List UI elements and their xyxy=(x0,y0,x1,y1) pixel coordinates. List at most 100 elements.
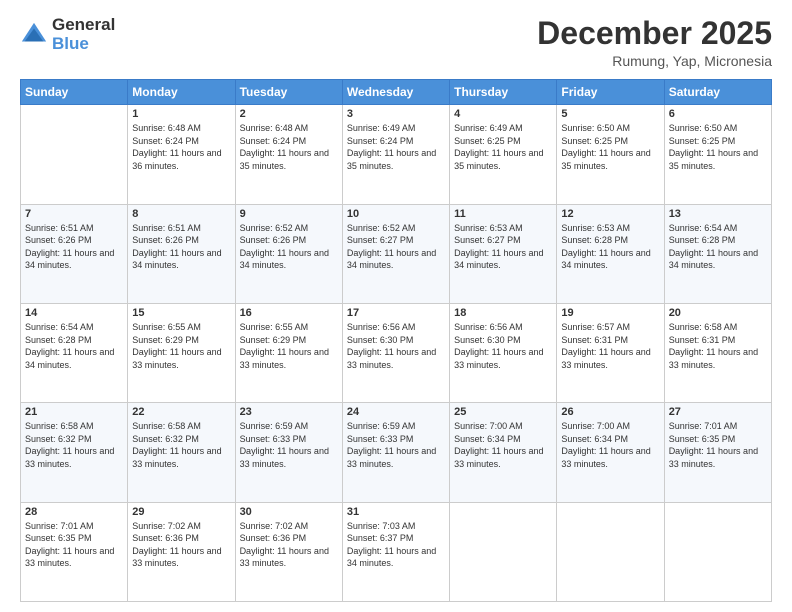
day-info: Sunrise: 6:51 AMSunset: 6:26 PMDaylight:… xyxy=(25,222,123,272)
day-info: Sunrise: 7:02 AMSunset: 6:36 PMDaylight:… xyxy=(240,520,338,570)
calendar-cell: 27 Sunrise: 7:01 AMSunset: 6:35 PMDaylig… xyxy=(664,403,771,502)
calendar-week-row-2: 7 Sunrise: 6:51 AMSunset: 6:26 PMDayligh… xyxy=(21,204,772,303)
day-number: 5 xyxy=(561,108,659,120)
month-title: December 2025 xyxy=(537,16,772,51)
day-info: Sunrise: 6:51 AMSunset: 6:26 PMDaylight:… xyxy=(132,222,230,272)
day-number: 29 xyxy=(132,506,230,518)
day-info: Sunrise: 6:58 AMSunset: 6:31 PMDaylight:… xyxy=(669,321,767,371)
day-number: 19 xyxy=(561,307,659,319)
day-info: Sunrise: 7:00 AMSunset: 6:34 PMDaylight:… xyxy=(561,420,659,470)
calendar-cell: 24 Sunrise: 6:59 AMSunset: 6:33 PMDaylig… xyxy=(342,403,449,502)
calendar-cell xyxy=(664,502,771,601)
day-number: 18 xyxy=(454,307,552,319)
calendar-cell: 13 Sunrise: 6:54 AMSunset: 6:28 PMDaylig… xyxy=(664,204,771,303)
calendar-week-row-3: 14 Sunrise: 6:54 AMSunset: 6:28 PMDaylig… xyxy=(21,303,772,402)
day-info: Sunrise: 6:52 AMSunset: 6:27 PMDaylight:… xyxy=(347,222,445,272)
day-number: 9 xyxy=(240,208,338,220)
calendar-cell: 17 Sunrise: 6:56 AMSunset: 6:30 PMDaylig… xyxy=(342,303,449,402)
day-info: Sunrise: 6:50 AMSunset: 6:25 PMDaylight:… xyxy=(561,122,659,172)
calendar-cell: 8 Sunrise: 6:51 AMSunset: 6:26 PMDayligh… xyxy=(128,204,235,303)
day-info: Sunrise: 6:53 AMSunset: 6:28 PMDaylight:… xyxy=(561,222,659,272)
location-title: Rumung, Yap, Micronesia xyxy=(537,53,772,69)
day-number: 27 xyxy=(669,406,767,418)
day-number: 3 xyxy=(347,108,445,120)
calendar-cell: 28 Sunrise: 7:01 AMSunset: 6:35 PMDaylig… xyxy=(21,502,128,601)
calendar-cell: 7 Sunrise: 6:51 AMSunset: 6:26 PMDayligh… xyxy=(21,204,128,303)
logo-blue: Blue xyxy=(52,35,115,54)
day-info: Sunrise: 6:54 AMSunset: 6:28 PMDaylight:… xyxy=(669,222,767,272)
calendar-cell: 20 Sunrise: 6:58 AMSunset: 6:31 PMDaylig… xyxy=(664,303,771,402)
day-number: 12 xyxy=(561,208,659,220)
day-number: 21 xyxy=(25,406,123,418)
calendar-cell: 21 Sunrise: 6:58 AMSunset: 6:32 PMDaylig… xyxy=(21,403,128,502)
day-info: Sunrise: 6:53 AMSunset: 6:27 PMDaylight:… xyxy=(454,222,552,272)
calendar-cell: 29 Sunrise: 7:02 AMSunset: 6:36 PMDaylig… xyxy=(128,502,235,601)
day-info: Sunrise: 6:49 AMSunset: 6:25 PMDaylight:… xyxy=(454,122,552,172)
logo-icon xyxy=(20,21,48,49)
calendar-cell: 11 Sunrise: 6:53 AMSunset: 6:27 PMDaylig… xyxy=(450,204,557,303)
calendar-weekday-wednesday: Wednesday xyxy=(342,80,449,105)
day-info: Sunrise: 6:58 AMSunset: 6:32 PMDaylight:… xyxy=(25,420,123,470)
title-block: December 2025 Rumung, Yap, Micronesia xyxy=(537,16,772,69)
calendar-weekday-friday: Friday xyxy=(557,80,664,105)
day-info: Sunrise: 6:57 AMSunset: 6:31 PMDaylight:… xyxy=(561,321,659,371)
day-info: Sunrise: 6:48 AMSunset: 6:24 PMDaylight:… xyxy=(132,122,230,172)
day-number: 13 xyxy=(669,208,767,220)
day-number: 28 xyxy=(25,506,123,518)
day-number: 2 xyxy=(240,108,338,120)
calendar-cell: 2 Sunrise: 6:48 AMSunset: 6:24 PMDayligh… xyxy=(235,105,342,204)
day-info: Sunrise: 6:49 AMSunset: 6:24 PMDaylight:… xyxy=(347,122,445,172)
logo-general: General xyxy=(52,16,115,35)
logo-text: General Blue xyxy=(52,16,115,53)
calendar-table: SundayMondayTuesdayWednesdayThursdayFrid… xyxy=(20,79,772,602)
calendar-weekday-monday: Monday xyxy=(128,80,235,105)
calendar-weekday-tuesday: Tuesday xyxy=(235,80,342,105)
calendar-cell: 23 Sunrise: 6:59 AMSunset: 6:33 PMDaylig… xyxy=(235,403,342,502)
day-info: Sunrise: 6:48 AMSunset: 6:24 PMDaylight:… xyxy=(240,122,338,172)
day-number: 25 xyxy=(454,406,552,418)
day-info: Sunrise: 7:02 AMSunset: 6:36 PMDaylight:… xyxy=(132,520,230,570)
calendar-weekday-saturday: Saturday xyxy=(664,80,771,105)
day-info: Sunrise: 6:54 AMSunset: 6:28 PMDaylight:… xyxy=(25,321,123,371)
day-info: Sunrise: 6:58 AMSunset: 6:32 PMDaylight:… xyxy=(132,420,230,470)
day-number: 8 xyxy=(132,208,230,220)
day-number: 26 xyxy=(561,406,659,418)
day-info: Sunrise: 6:52 AMSunset: 6:26 PMDaylight:… xyxy=(240,222,338,272)
day-number: 23 xyxy=(240,406,338,418)
calendar-cell: 12 Sunrise: 6:53 AMSunset: 6:28 PMDaylig… xyxy=(557,204,664,303)
calendar-week-row-4: 21 Sunrise: 6:58 AMSunset: 6:32 PMDaylig… xyxy=(21,403,772,502)
calendar-week-row-1: 1 Sunrise: 6:48 AMSunset: 6:24 PMDayligh… xyxy=(21,105,772,204)
day-info: Sunrise: 6:59 AMSunset: 6:33 PMDaylight:… xyxy=(347,420,445,470)
day-number: 14 xyxy=(25,307,123,319)
day-info: Sunrise: 6:59 AMSunset: 6:33 PMDaylight:… xyxy=(240,420,338,470)
calendar-week-row-5: 28 Sunrise: 7:01 AMSunset: 6:35 PMDaylig… xyxy=(21,502,772,601)
day-number: 7 xyxy=(25,208,123,220)
calendar-cell: 25 Sunrise: 7:00 AMSunset: 6:34 PMDaylig… xyxy=(450,403,557,502)
calendar-cell: 15 Sunrise: 6:55 AMSunset: 6:29 PMDaylig… xyxy=(128,303,235,402)
day-number: 24 xyxy=(347,406,445,418)
day-info: Sunrise: 6:55 AMSunset: 6:29 PMDaylight:… xyxy=(240,321,338,371)
calendar-cell xyxy=(450,502,557,601)
calendar-cell: 19 Sunrise: 6:57 AMSunset: 6:31 PMDaylig… xyxy=(557,303,664,402)
day-info: Sunrise: 6:56 AMSunset: 6:30 PMDaylight:… xyxy=(454,321,552,371)
day-number: 15 xyxy=(132,307,230,319)
calendar-cell: 18 Sunrise: 6:56 AMSunset: 6:30 PMDaylig… xyxy=(450,303,557,402)
day-info: Sunrise: 7:00 AMSunset: 6:34 PMDaylight:… xyxy=(454,420,552,470)
day-number: 17 xyxy=(347,307,445,319)
calendar-cell: 6 Sunrise: 6:50 AMSunset: 6:25 PMDayligh… xyxy=(664,105,771,204)
day-number: 4 xyxy=(454,108,552,120)
logo: General Blue xyxy=(20,16,115,53)
day-info: Sunrise: 6:50 AMSunset: 6:25 PMDaylight:… xyxy=(669,122,767,172)
day-info: Sunrise: 7:03 AMSunset: 6:37 PMDaylight:… xyxy=(347,520,445,570)
day-number: 20 xyxy=(669,307,767,319)
day-number: 1 xyxy=(132,108,230,120)
calendar-cell: 4 Sunrise: 6:49 AMSunset: 6:25 PMDayligh… xyxy=(450,105,557,204)
calendar-weekday-thursday: Thursday xyxy=(450,80,557,105)
calendar-cell: 1 Sunrise: 6:48 AMSunset: 6:24 PMDayligh… xyxy=(128,105,235,204)
calendar-cell: 26 Sunrise: 7:00 AMSunset: 6:34 PMDaylig… xyxy=(557,403,664,502)
calendar-weekday-sunday: Sunday xyxy=(21,80,128,105)
calendar-cell: 14 Sunrise: 6:54 AMSunset: 6:28 PMDaylig… xyxy=(21,303,128,402)
calendar-cell: 10 Sunrise: 6:52 AMSunset: 6:27 PMDaylig… xyxy=(342,204,449,303)
day-info: Sunrise: 6:55 AMSunset: 6:29 PMDaylight:… xyxy=(132,321,230,371)
calendar-cell xyxy=(557,502,664,601)
